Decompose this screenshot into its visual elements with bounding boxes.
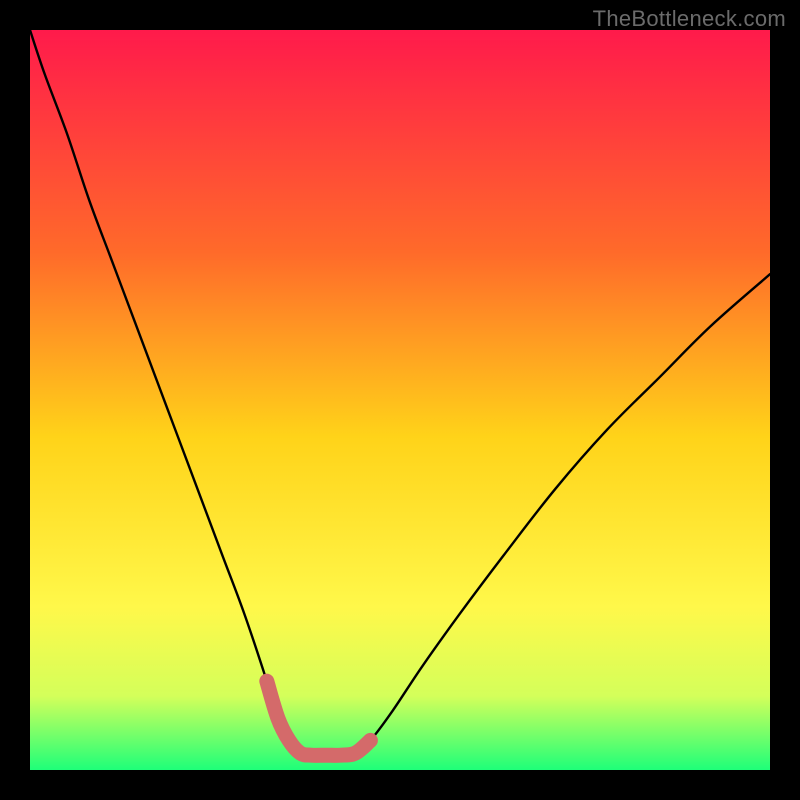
chart-svg (30, 30, 770, 770)
chart-frame: { "watermark": "TheBottleneck.com", "col… (0, 0, 800, 800)
watermark-text: TheBottleneck.com (593, 6, 786, 32)
plot-area (30, 30, 770, 770)
gradient-background (30, 30, 770, 770)
